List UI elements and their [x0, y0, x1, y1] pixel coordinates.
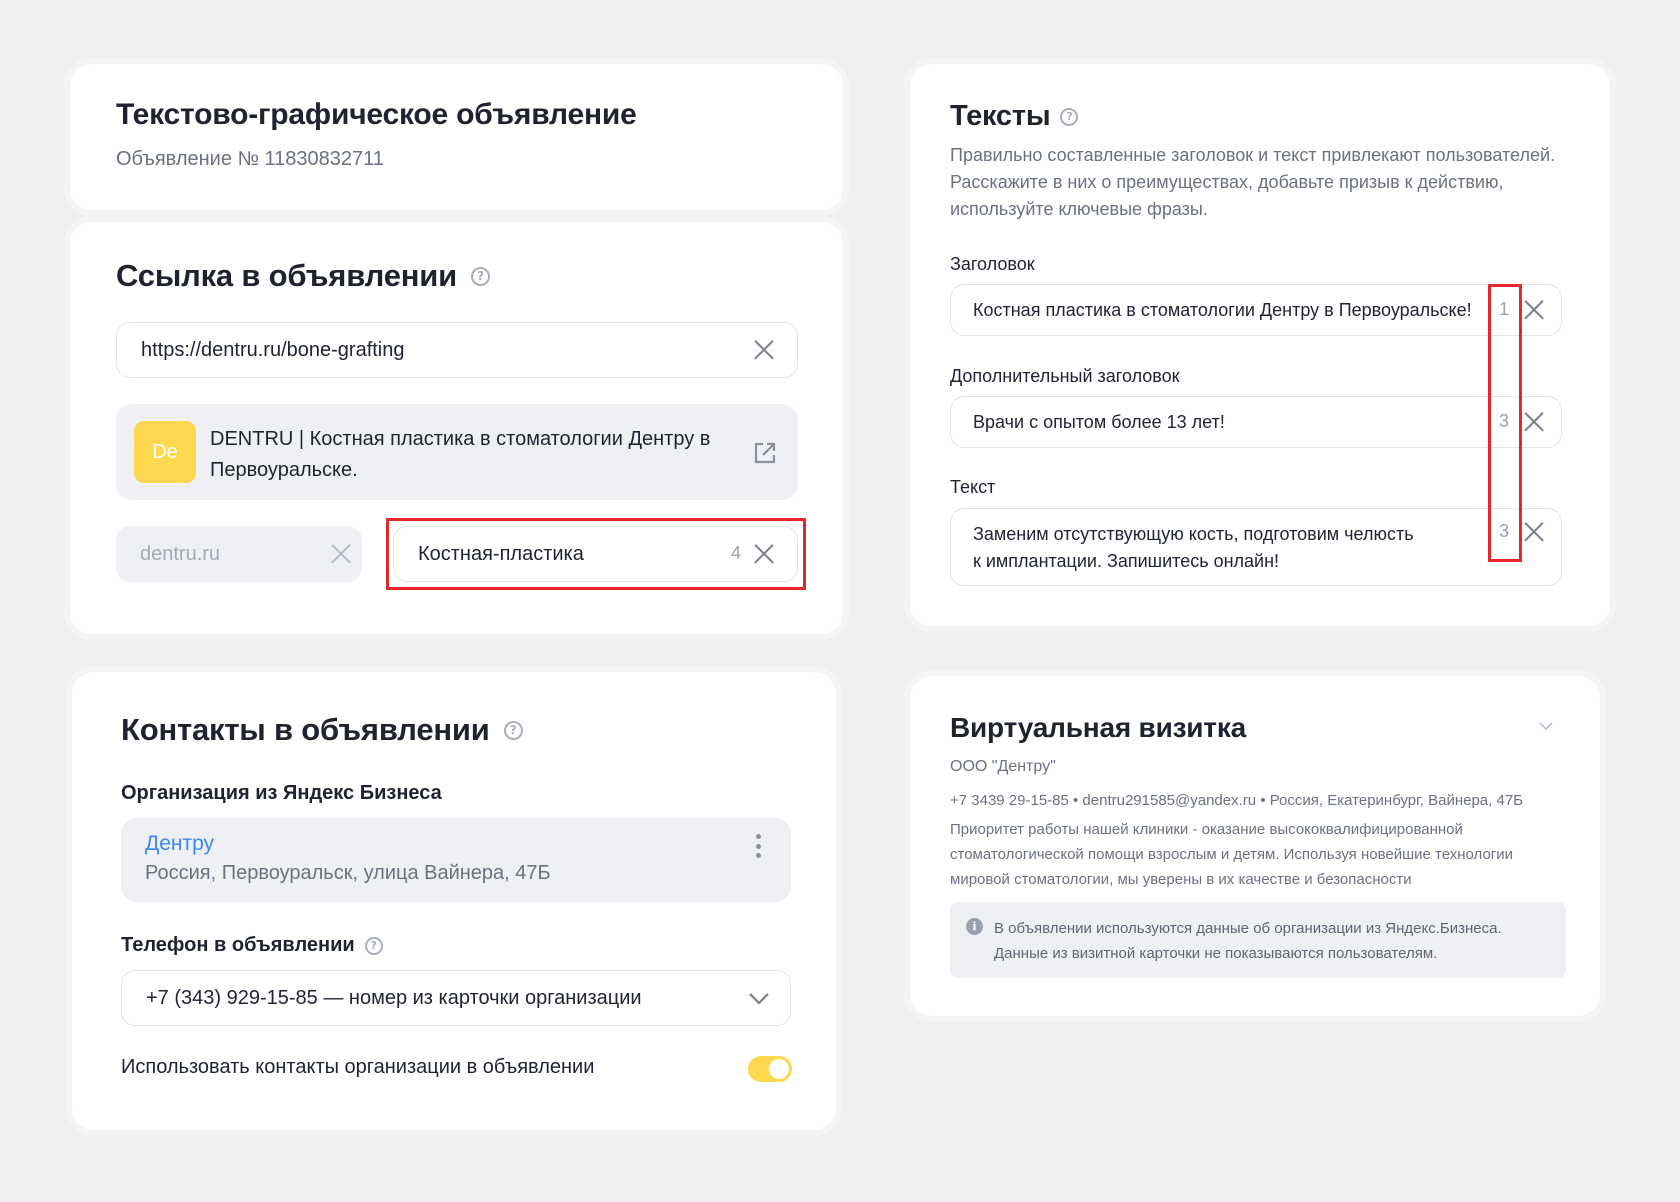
vcard-description-line1: Приоритет работы нашей клиники - оказани…: [950, 821, 1463, 838]
clear-headline-icon[interactable]: [1523, 299, 1545, 321]
texts-card: Тексты ? Правильно составленные заголово…: [910, 64, 1610, 626]
extra-headline-input[interactable]: Врачи с опытом более 13 лет! 3: [950, 396, 1562, 448]
headline-label: Заголовок: [950, 254, 1035, 274]
vcard-description: Приоритет работы нашей клиники - оказани…: [950, 817, 1552, 892]
site-preview-text: DENTRU | Костная пластика в стоматологии…: [210, 428, 711, 481]
display-domain-field: dentru.ru: [116, 526, 362, 582]
vcard-notice: i В объявлении используются данные об ор…: [950, 902, 1566, 978]
text-label: Текст: [950, 477, 996, 497]
site-avatar: De: [134, 421, 196, 483]
site-preview: De DENTRU | Костная пластика в стоматоло…: [116, 404, 798, 500]
vcard-notice-line2: Данные из визитной карточки не показываю…: [994, 945, 1438, 962]
contacts-section-title: Контакты в объявлении ?: [121, 712, 523, 748]
more-options-icon[interactable]: [755, 834, 761, 858]
highlight-box: [386, 518, 806, 590]
link-section-title: Ссылка в объявлении ?: [116, 258, 490, 294]
help-icon[interactable]: ?: [364, 936, 383, 955]
text-value: Заменим отсутствующую кость, подготовим …: [973, 521, 1414, 575]
vcard-notice-text: В объявлении используются данные об орга…: [994, 916, 1502, 966]
org-label: Организация из Яндекс Бизнеса: [121, 782, 442, 804]
chevron-down-icon: [749, 993, 769, 1005]
vcard-notice-line1: В объявлении используются данные об орга…: [994, 920, 1502, 937]
vcard-company: ООО "Дентру": [950, 758, 1056, 775]
text-value-line2: к имплантации. Запишитесь онлайн!: [973, 551, 1280, 571]
texts-description: Правильно составленные заголовок и текст…: [950, 145, 1556, 219]
vcard-description-line3: мировой стоматологии, мы уверены в их ка…: [950, 871, 1412, 888]
vcard-title: Виртуальная визитка: [950, 712, 1247, 743]
display-domain-value: dentru.ru: [140, 542, 221, 565]
ad-title: Текстово-графическое объявление: [116, 98, 637, 131]
use-contacts-toggle[interactable]: [748, 1056, 792, 1082]
ad-number: Объявление № 11830832711: [116, 148, 384, 170]
text-value-line1: Заменим отсутствующую кость, подготовим …: [973, 524, 1414, 544]
vcard-description-line2: стоматологической помощи взрослым и детя…: [950, 846, 1514, 863]
help-icon[interactable]: ?: [503, 720, 523, 740]
help-icon[interactable]: ?: [1060, 107, 1079, 126]
org-address: Россия, Первоуральск, улица Вайнера, 47Б: [145, 862, 551, 884]
link-section-title-text: Ссылка в объявлении: [116, 258, 457, 293]
headline-value: Костная пластика в стоматологии Дентру в…: [973, 299, 1472, 320]
use-contacts-label: Использовать контакты организации в объя…: [121, 1056, 595, 1078]
site-avatar-text: De: [152, 440, 178, 463]
vcard-contacts: +7 3439 29-15-85 • dentru291585@yandex.r…: [950, 792, 1524, 809]
phone-label-text: Телефон в объявлении: [121, 934, 355, 956]
chevron-down-icon[interactable]: [1538, 720, 1554, 732]
clear-extra-headline-icon[interactable]: [1523, 411, 1545, 433]
org-card[interactable]: Дентру Россия, Первоуральск, улица Вайне…: [121, 818, 791, 902]
link-card: Ссылка в объявлении ? https://dentru.ru/…: [70, 222, 843, 634]
texts-section-title: Тексты ?: [950, 100, 1079, 133]
texts-section-title-text: Тексты: [950, 100, 1051, 132]
help-icon[interactable]: ?: [471, 266, 490, 286]
phone-select-value: +7 (343) 929-15-85 — номер из карточки о…: [146, 986, 642, 1009]
clear-url-icon[interactable]: [753, 339, 775, 361]
contacts-card: Контакты в объявлении ? Организация из Я…: [72, 672, 836, 1130]
toggle-knob: [769, 1059, 789, 1079]
counters-highlight-box: [1488, 284, 1522, 562]
url-input[interactable]: https://dentru.ru/bone-grafting: [116, 322, 798, 378]
contacts-section-title-text: Контакты в объявлении: [121, 712, 490, 747]
phone-label: Телефон в объявлении ?: [121, 934, 383, 957]
ad-header-card: Текстово-графическое объявление Объявлен…: [70, 64, 843, 210]
extra-headline-label: Дополнительный заголовок: [950, 366, 1180, 386]
clear-text-icon[interactable]: [1523, 521, 1545, 543]
text-input[interactable]: Заменим отсутствующую кость, подготовим …: [950, 508, 1562, 586]
clear-domain-icon: [330, 543, 352, 565]
org-name[interactable]: Дентру: [145, 832, 214, 856]
extra-headline-value: Врачи с опытом более 13 лет!: [973, 411, 1225, 432]
url-input-value: https://dentru.ru/bone-grafting: [141, 338, 405, 361]
headline-input[interactable]: Костная пластика в стоматологии Дентру в…: [950, 284, 1562, 336]
vcard-card: Виртуальная визитка ООО "Дентру" +7 3439…: [910, 676, 1600, 1016]
phone-select[interactable]: +7 (343) 929-15-85 — номер из карточки о…: [121, 970, 791, 1026]
info-icon: i: [966, 918, 983, 935]
external-link-icon[interactable]: [752, 440, 778, 466]
